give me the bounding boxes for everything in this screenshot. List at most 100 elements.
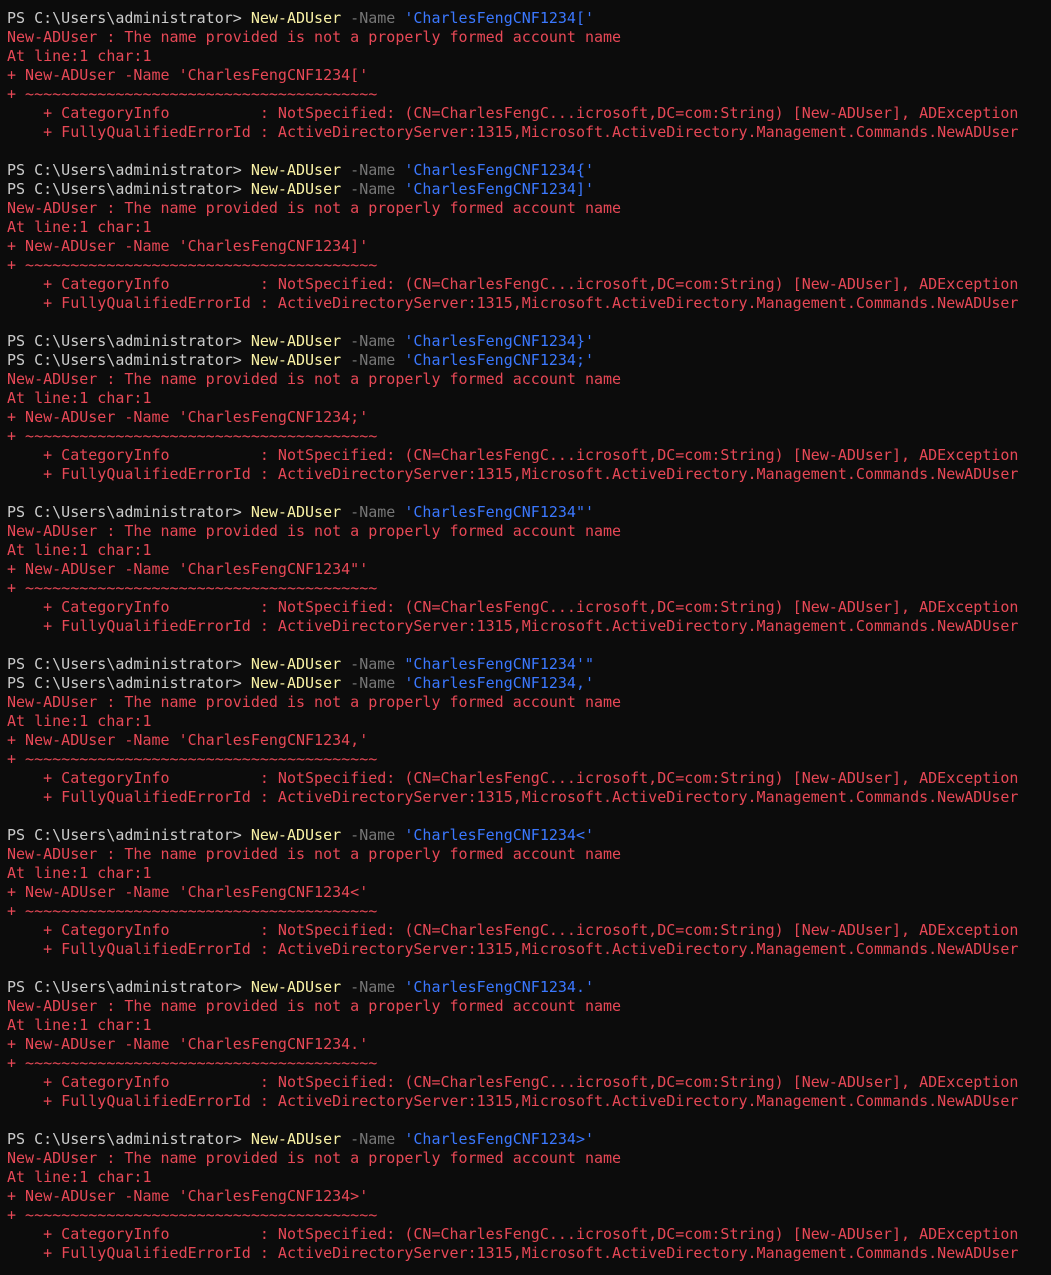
command-line: PS C:\Users\administrator> New-ADUser -N… <box>7 351 1051 370</box>
parameter-name: -Name <box>341 503 405 521</box>
cmdlet-name: New-ADUser <box>250 978 342 996</box>
parameter-name: -Name <box>341 1130 405 1148</box>
string-argument: "CharlesFengCNF1234'" <box>404 655 595 673</box>
prompt-text: PS C:\Users\administrator> <box>7 674 251 692</box>
prompt-text: PS C:\Users\administrator> <box>7 332 251 350</box>
prompt-text: PS C:\Users\administrator> <box>7 655 251 673</box>
cmdlet-name: New-ADUser <box>250 826 342 844</box>
error-line: + CategoryInfo : NotSpecified: (CN=Charl… <box>7 275 1051 294</box>
error-line: + New-ADUser -Name 'CharlesFengCNF1234>' <box>7 1187 1051 1206</box>
error-line: + FullyQualifiedErrorId : ActiveDirector… <box>7 123 1051 142</box>
string-argument: 'CharlesFengCNF1234.' <box>404 978 595 996</box>
error-text: + CategoryInfo : NotSpecified: (CN=Charl… <box>7 1073 1019 1091</box>
string-argument: 'CharlesFengCNF1234>' <box>404 1130 595 1148</box>
error-text: + New-ADUser -Name 'CharlesFengCNF1234<' <box>7 883 369 901</box>
prompt-text: PS C:\Users\administrator> <box>7 1130 251 1148</box>
error-text: New-ADUser : The name provided is not a … <box>7 199 622 217</box>
parameter-name: -Name <box>341 332 405 350</box>
string-argument: 'CharlesFengCNF1234]' <box>404 180 595 198</box>
error-text: New-ADUser : The name provided is not a … <box>7 522 622 540</box>
string-argument: 'CharlesFengCNF1234"' <box>404 503 595 521</box>
error-text: + New-ADUser -Name 'CharlesFengCNF1234.' <box>7 1035 369 1053</box>
error-line: + New-ADUser -Name 'CharlesFengCNF1234<' <box>7 883 1051 902</box>
error-text: + CategoryInfo : NotSpecified: (CN=Charl… <box>7 104 1019 122</box>
string-argument: 'CharlesFengCNF1234[' <box>404 9 595 27</box>
error-line: At line:1 char:1 <box>7 712 1051 731</box>
error-line: + ~~~~~~~~~~~~~~~~~~~~~~~~~~~~~~~~~~~~~~… <box>7 85 1051 104</box>
error-line: New-ADUser : The name provided is not a … <box>7 370 1051 389</box>
error-line: + New-ADUser -Name 'CharlesFengCNF1234,' <box>7 731 1051 750</box>
error-text: + ~~~~~~~~~~~~~~~~~~~~~~~~~~~~~~~~~~~~~~… <box>7 1054 378 1072</box>
error-line: New-ADUser : The name provided is not a … <box>7 997 1051 1016</box>
error-text: + ~~~~~~~~~~~~~~~~~~~~~~~~~~~~~~~~~~~~~~… <box>7 750 378 768</box>
error-line: + New-ADUser -Name 'CharlesFengCNF1234.' <box>7 1035 1051 1054</box>
string-argument: 'CharlesFengCNF1234<' <box>404 826 595 844</box>
error-text: + ~~~~~~~~~~~~~~~~~~~~~~~~~~~~~~~~~~~~~~… <box>7 85 378 103</box>
error-text: + New-ADUser -Name 'CharlesFengCNF1234]' <box>7 237 369 255</box>
string-argument: 'CharlesFengCNF1234,' <box>404 674 595 692</box>
command-line: PS C:\Users\administrator> New-ADUser -N… <box>7 826 1051 845</box>
error-text: + FullyQualifiedErrorId : ActiveDirector… <box>7 1092 1019 1110</box>
error-text: At line:1 char:1 <box>7 1168 152 1186</box>
error-line: + CategoryInfo : NotSpecified: (CN=Charl… <box>7 1225 1051 1244</box>
error-text: + FullyQualifiedErrorId : ActiveDirector… <box>7 617 1019 635</box>
error-text: At line:1 char:1 <box>7 541 152 559</box>
error-text: + ~~~~~~~~~~~~~~~~~~~~~~~~~~~~~~~~~~~~~~… <box>7 902 378 920</box>
command-line: PS C:\Users\administrator> New-ADUser -N… <box>7 978 1051 997</box>
error-line: + CategoryInfo : NotSpecified: (CN=Charl… <box>7 769 1051 788</box>
error-line: + FullyQualifiedErrorId : ActiveDirector… <box>7 294 1051 313</box>
string-argument: 'CharlesFengCNF1234;' <box>404 351 595 369</box>
error-text: + CategoryInfo : NotSpecified: (CN=Charl… <box>7 446 1019 464</box>
error-line: At line:1 char:1 <box>7 218 1051 237</box>
parameter-name: -Name <box>341 826 405 844</box>
prompt-text: PS C:\Users\administrator> <box>7 9 251 27</box>
error-line: + CategoryInfo : NotSpecified: (CN=Charl… <box>7 104 1051 123</box>
error-text: At line:1 char:1 <box>7 47 152 65</box>
cmdlet-name: New-ADUser <box>250 674 342 692</box>
error-text: At line:1 char:1 <box>7 864 152 882</box>
error-text: New-ADUser : The name provided is not a … <box>7 693 622 711</box>
prompt-text: PS C:\Users\administrator> <box>7 978 251 996</box>
command-line: PS C:\Users\administrator> New-ADUser -N… <box>7 161 1051 180</box>
error-text: At line:1 char:1 <box>7 712 152 730</box>
error-text: + ~~~~~~~~~~~~~~~~~~~~~~~~~~~~~~~~~~~~~~… <box>7 256 378 274</box>
error-line: At line:1 char:1 <box>7 1168 1051 1187</box>
error-line: New-ADUser : The name provided is not a … <box>7 199 1051 218</box>
error-line: At line:1 char:1 <box>7 1016 1051 1035</box>
error-text: + ~~~~~~~~~~~~~~~~~~~~~~~~~~~~~~~~~~~~~~… <box>7 1206 378 1224</box>
error-line: New-ADUser : The name provided is not a … <box>7 28 1051 47</box>
prompt-text: PS C:\Users\administrator> <box>7 351 251 369</box>
error-line: At line:1 char:1 <box>7 541 1051 560</box>
error-text: + New-ADUser -Name 'CharlesFengCNF1234[' <box>7 66 369 84</box>
error-text: + CategoryInfo : NotSpecified: (CN=Charl… <box>7 769 1019 787</box>
error-line: New-ADUser : The name provided is not a … <box>7 1149 1051 1168</box>
command-line: PS C:\Users\administrator> New-ADUser -N… <box>7 332 1051 351</box>
error-line: New-ADUser : The name provided is not a … <box>7 693 1051 712</box>
error-text: + CategoryInfo : NotSpecified: (CN=Charl… <box>7 1225 1019 1243</box>
error-text: New-ADUser : The name provided is not a … <box>7 845 622 863</box>
error-line: + CategoryInfo : NotSpecified: (CN=Charl… <box>7 598 1051 617</box>
error-text: + ~~~~~~~~~~~~~~~~~~~~~~~~~~~~~~~~~~~~~~… <box>7 579 378 597</box>
error-line: + ~~~~~~~~~~~~~~~~~~~~~~~~~~~~~~~~~~~~~~… <box>7 1206 1051 1225</box>
command-line: PS C:\Users\administrator> New-ADUser -N… <box>7 674 1051 693</box>
prompt-text: PS C:\Users\administrator> <box>7 503 251 521</box>
error-line: + New-ADUser -Name 'CharlesFengCNF1234]' <box>7 237 1051 256</box>
parameter-name: -Name <box>341 655 405 673</box>
error-text: + FullyQualifiedErrorId : ActiveDirector… <box>7 940 1019 958</box>
error-line: + CategoryInfo : NotSpecified: (CN=Charl… <box>7 921 1051 940</box>
powershell-terminal[interactable]: PS C:\Users\administrator> New-ADUser -N… <box>0 0 1051 1275</box>
prompt-text: PS C:\Users\administrator> <box>7 826 251 844</box>
error-line: At line:1 char:1 <box>7 389 1051 408</box>
error-text: + CategoryInfo : NotSpecified: (CN=Charl… <box>7 275 1019 293</box>
prompt-text: PS C:\Users\administrator> <box>7 161 251 179</box>
cmdlet-name: New-ADUser <box>250 1130 342 1148</box>
command-line: PS C:\Users\administrator> New-ADUser -N… <box>7 180 1051 199</box>
error-line: New-ADUser : The name provided is not a … <box>7 522 1051 541</box>
error-text: + New-ADUser -Name 'CharlesFengCNF1234>' <box>7 1187 369 1205</box>
error-line: + ~~~~~~~~~~~~~~~~~~~~~~~~~~~~~~~~~~~~~~… <box>7 1054 1051 1073</box>
parameter-name: -Name <box>341 978 405 996</box>
error-text: + FullyQualifiedErrorId : ActiveDirector… <box>7 123 1019 141</box>
